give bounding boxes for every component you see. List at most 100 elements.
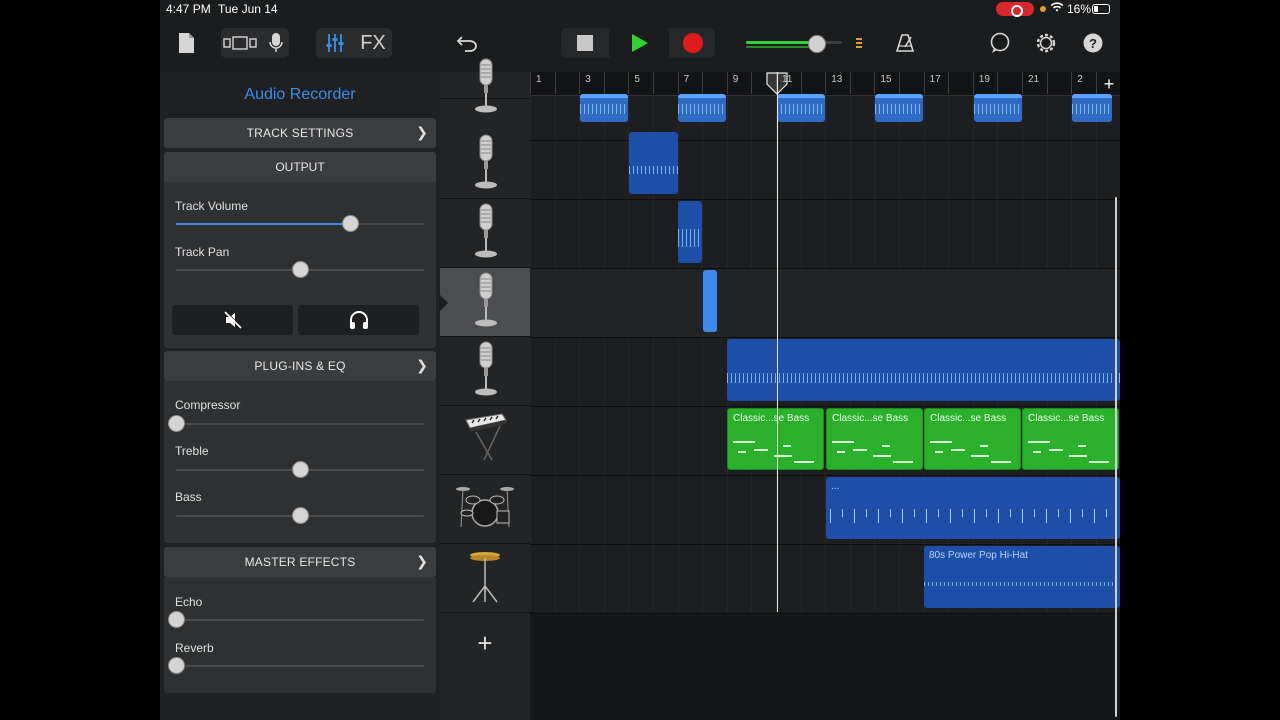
wifi-icon <box>1050 1 1064 16</box>
midi-note <box>951 449 965 451</box>
track-settings-button[interactable]: TRACK SETTINGS ❯ <box>164 118 436 148</box>
compressor-slider[interactable] <box>168 415 424 432</box>
track-pan-slider[interactable] <box>176 261 424 278</box>
loop-browser-icon[interactable] <box>986 28 1014 58</box>
region[interactable] <box>777 94 825 122</box>
echo-label: Echo <box>175 595 203 609</box>
track-header[interactable] <box>439 268 530 337</box>
region-name: Classic...se Bass <box>1028 413 1105 424</box>
fx-label: FX <box>360 31 386 54</box>
region-name: Classic...se Bass <box>733 413 810 424</box>
waveform <box>777 104 825 114</box>
region-name: Classic...se Bass <box>930 413 1007 424</box>
master-volume-slider[interactable] <box>744 28 870 58</box>
chevron-right-icon: ❯ <box>416 124 428 140</box>
waveform <box>1072 104 1112 114</box>
track-settings-label: TRACK SETTINGS <box>246 126 354 140</box>
echo-slider[interactable] <box>168 611 424 628</box>
region-name: Classic...se Bass <box>832 413 909 424</box>
bass-slider[interactable] <box>176 507 424 524</box>
track-header[interactable] <box>440 30 530 112</box>
track-lane[interactable] <box>530 269 1120 338</box>
midi-note <box>738 451 746 453</box>
mixer-controls-icon[interactable] <box>320 28 350 58</box>
fx-icon[interactable]: FX <box>356 28 390 58</box>
play-icon[interactable] <box>609 28 669 58</box>
track-header[interactable] <box>440 406 530 475</box>
track-lanes: Classic...se Bass Classic...se Bass Classi… <box>530 94 1120 614</box>
waveform <box>629 166 678 174</box>
microphone-icon[interactable] <box>264 28 288 58</box>
track-volume-knob[interactable] <box>341 215 359 232</box>
vertical-scrollbar[interactable] <box>1115 197 1117 717</box>
output-header: OUTPUT <box>164 152 436 182</box>
solo-button[interactable] <box>298 305 419 335</box>
region[interactable] <box>974 94 1022 122</box>
playhead-handle[interactable] <box>766 72 788 96</box>
track-header[interactable] <box>440 544 530 613</box>
level-meter <box>856 38 862 48</box>
drum-hit <box>878 509 879 523</box>
status-date: Tue Jun 14 <box>218 2 278 16</box>
region[interactable] <box>678 201 702 263</box>
track-volume-label: Track Volume <box>175 199 248 213</box>
waveform <box>875 104 923 114</box>
bass-knob[interactable] <box>292 507 309 524</box>
master-volume-knob[interactable] <box>808 35 827 53</box>
region[interactable] <box>1072 94 1112 122</box>
track-header[interactable] <box>440 199 530 268</box>
drum-hit <box>1106 509 1107 517</box>
svg-text:?: ? <box>1089 36 1097 51</box>
settings-icon[interactable] <box>1032 28 1060 58</box>
region[interactable]: Classic...se Bass <box>727 408 824 470</box>
region[interactable] <box>678 94 726 122</box>
treble-knob[interactable] <box>292 461 309 478</box>
region[interactable]: Classic...se Bass <box>924 408 1021 470</box>
stop-icon[interactable] <box>564 28 606 58</box>
region[interactable] <box>629 132 678 194</box>
selected-track-pointer <box>439 294 448 312</box>
region-name: ... <box>831 481 840 492</box>
screen-recording-icon[interactable] <box>996 2 1034 17</box>
track-view-icon[interactable] <box>222 28 258 58</box>
microphone-icon <box>470 340 500 403</box>
track-header[interactable] <box>440 337 530 406</box>
region[interactable] <box>875 94 923 122</box>
reverb-slider[interactable] <box>168 657 424 674</box>
region[interactable]: Classic...se Bass <box>826 408 923 470</box>
track-lane[interactable] <box>530 200 1120 269</box>
track-header[interactable] <box>440 130 530 199</box>
help-icon[interactable]: ? <box>1079 28 1107 58</box>
region[interactable]: Classic...se Bass <box>1022 408 1119 470</box>
control-bar: FX ? <box>160 22 1120 64</box>
region[interactable]: ... <box>826 477 1120 539</box>
track-volume-slider[interactable] <box>176 215 424 232</box>
compressor-knob[interactable] <box>168 415 185 432</box>
record-icon[interactable] <box>672 28 714 58</box>
plugins-eq-label: PLUG-INS & EQ <box>254 359 346 373</box>
track-header[interactable] <box>440 475 530 544</box>
master-effects-button[interactable]: MASTER EFFECTS ❯ <box>164 547 436 577</box>
metronome-icon[interactable] <box>890 28 920 58</box>
drum-hit <box>1082 509 1083 517</box>
drum-hit <box>938 509 939 517</box>
mute-button[interactable] <box>172 305 293 335</box>
tracks-timeline[interactable]: 135791113151719212 + Classic...se BassCl… <box>530 72 1120 720</box>
midi-note <box>794 461 814 463</box>
plugins-eq-button[interactable]: PLUG-INS & EQ ❯ <box>164 351 436 381</box>
region[interactable]: 80s Power Pop Hi-Hat <box>924 546 1120 608</box>
region[interactable] <box>580 94 628 122</box>
reverb-knob[interactable] <box>168 657 185 674</box>
region[interactable] <box>703 270 717 332</box>
waveform <box>678 104 726 114</box>
midi-note <box>1033 451 1041 453</box>
treble-slider[interactable] <box>176 461 424 478</box>
browser-icon[interactable] <box>172 28 200 58</box>
playhead[interactable] <box>777 72 778 612</box>
track-lane[interactable] <box>530 131 1120 200</box>
region[interactable] <box>727 339 1120 401</box>
echo-knob[interactable] <box>168 611 185 628</box>
track-pan-knob[interactable] <box>292 261 309 278</box>
compressor-label: Compressor <box>175 398 241 412</box>
add-track-button[interactable]: + <box>440 620 530 666</box>
